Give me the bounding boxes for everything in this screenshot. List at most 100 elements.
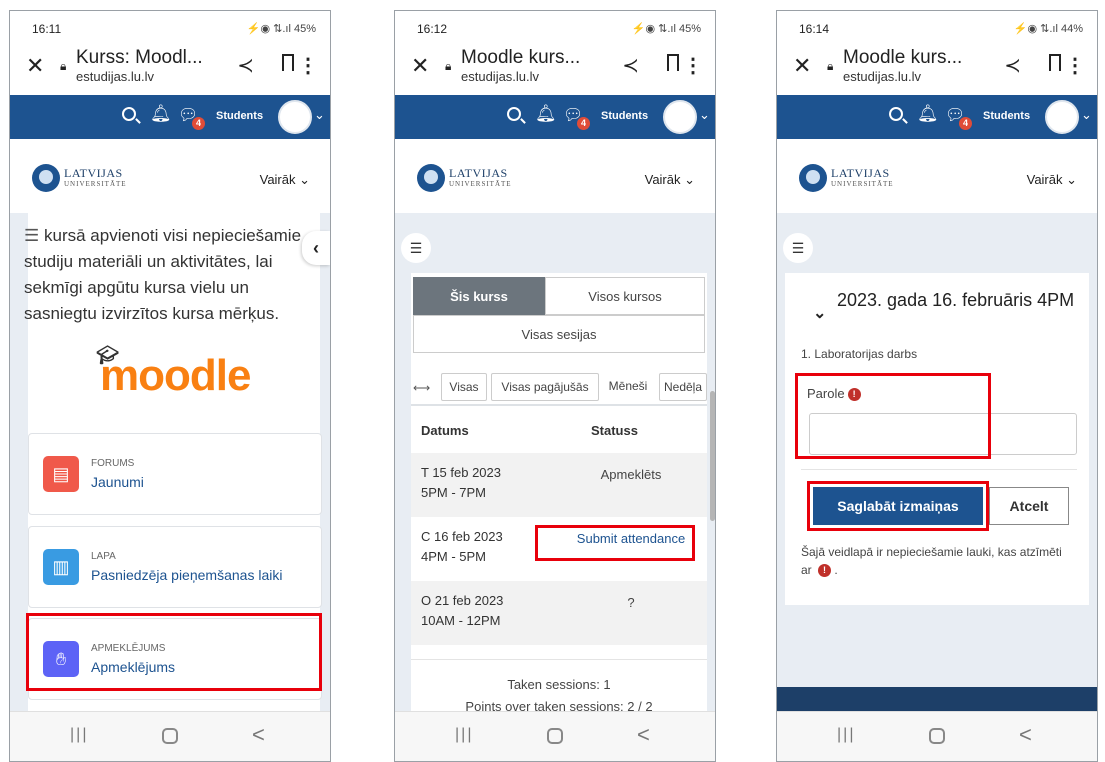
share-icon[interactable]: ≺ — [1004, 53, 1021, 78]
bookmark-icon[interactable] — [667, 54, 679, 77]
activity-forum[interactable]: ▤ FORUMS Jaunumi — [28, 433, 322, 515]
share-icon[interactable]: ≺ — [622, 53, 639, 78]
scrollbar[interactable] — [710, 391, 715, 521]
chevron-down-icon[interactable]: ⌄ — [314, 107, 325, 123]
android-nav-bar: ||| < — [777, 711, 1097, 761]
recent-apps-icon[interactable]: ||| — [837, 726, 855, 744]
more-menu-icon[interactable]: ⋮ — [298, 53, 318, 78]
user-role: Students — [601, 110, 649, 122]
back-icon[interactable]: < — [637, 722, 650, 748]
search-icon[interactable] — [122, 107, 136, 121]
more-menu-button[interactable]: Vairāk ⌄ — [645, 172, 695, 188]
share-icon[interactable]: ≺ — [237, 53, 254, 78]
tab-all-sessions[interactable]: Visas sesijas — [413, 315, 705, 353]
course-intro-text: kursā apvienoti visi nepieciešamie studi… — [24, 226, 302, 323]
recent-apps-icon[interactable]: ||| — [455, 726, 473, 744]
filter-row: ⟷ Visas Visas pagājušās Mēneši Nedēļa — [411, 370, 707, 406]
course-intro: ☰ kursā apvienoti visi nepieciešamie stud… — [24, 223, 324, 327]
user-role: Students — [983, 110, 1031, 122]
session-status: Apmeklēts — [600, 467, 662, 482]
divider — [411, 659, 707, 660]
session-date: O 21 feb 2023 — [421, 593, 504, 608]
session-status: ? — [627, 595, 635, 610]
activity-page[interactable]: ▥ LAPA Pasniedzēja pieņemšanas laiki — [28, 526, 322, 608]
home-icon[interactable] — [162, 728, 178, 744]
more-menu-button[interactable]: Vairāk ⌄ — [260, 172, 310, 188]
avatar[interactable] — [663, 100, 697, 134]
university-logo-icon[interactable] — [799, 164, 827, 192]
bell-icon[interactable]: 🔔︎ — [917, 104, 939, 124]
activity-link[interactable]: Pasniedzēja pieņemšanas laiki — [91, 567, 282, 583]
search-icon[interactable] — [507, 107, 521, 121]
cancel-button[interactable]: Atcelt — [989, 487, 1069, 525]
chevron-down-icon[interactable]: ⌄ — [813, 303, 826, 323]
tab-this-course[interactable]: Šis kurss — [413, 277, 545, 315]
university-logo-icon[interactable] — [417, 164, 445, 192]
back-icon[interactable]: < — [1019, 722, 1032, 748]
filter-all-past[interactable]: Visas pagājušās — [491, 373, 599, 401]
bookmark-icon[interactable] — [1049, 54, 1061, 77]
course-index-icon[interactable]: ☰ — [401, 233, 431, 263]
message-badge: 4 — [192, 117, 205, 130]
recent-apps-icon[interactable]: ||| — [70, 726, 88, 744]
close-icon[interactable]: ✕ — [793, 53, 811, 79]
taken-sessions: Taken sessions: 1 — [507, 677, 611, 692]
attendance-content: ☰ Šis kurss Visos kursos Visas sesijas ⟷… — [395, 213, 715, 723]
avatar[interactable] — [278, 100, 312, 134]
chevron-down-icon[interactable]: ⌄ — [699, 107, 710, 123]
moodle-logo-text: moodle — [100, 351, 251, 400]
bookmark-icon[interactable] — [282, 54, 294, 77]
lock-icon: 🔒︎ — [827, 59, 834, 73]
status-bar: 16:14 ⚡◉ ⇅.ıl 44% — [777, 11, 1097, 41]
back-icon[interactable]: < — [252, 722, 265, 748]
filter-all[interactable]: Visas — [441, 373, 487, 401]
status-time: 16:14 — [799, 22, 830, 36]
forum-icon: ▤ — [43, 456, 79, 492]
graduation-cap-icon: 🎓︎ — [96, 345, 119, 365]
more-menu-button[interactable]: Vairāk ⌄ — [1027, 172, 1077, 188]
home-icon[interactable] — [929, 728, 945, 744]
search-icon[interactable] — [889, 107, 903, 121]
home-icon[interactable] — [547, 728, 563, 744]
site-navbar: 🔔︎ 💬︎ 4 Students ⌄ — [395, 95, 715, 139]
status-bar: 16:12 ⚡◉ ⇅.ıl 45% — [395, 11, 715, 41]
tab-all-courses[interactable]: Visos kursos — [545, 277, 705, 315]
bell-icon[interactable]: 🔔︎ — [150, 104, 172, 124]
activity-type: LAPA — [91, 551, 116, 562]
browser-url-bar: ✕ 🔒︎ Kurss: Moodl... estudijas.lu.lv ≺ ⋮ — [10, 41, 330, 93]
bell-icon[interactable]: 🔔︎ — [535, 104, 557, 124]
university-logo-icon[interactable] — [32, 164, 60, 192]
filter-week[interactable]: Nedēļa — [659, 373, 707, 401]
activity-link[interactable]: Jaunumi — [91, 474, 144, 490]
highlight-box — [26, 613, 322, 691]
logo-title: LATVIJAS — [64, 166, 123, 180]
more-menu-icon[interactable]: ⋮ — [683, 53, 703, 78]
logo-subtitle: UNIVERSITĀTE — [831, 180, 894, 188]
chevron-down-icon[interactable]: ⌄ — [1081, 107, 1092, 123]
column-header-date: Datums — [421, 423, 469, 438]
page-title: Moodle kurs... — [843, 47, 963, 68]
filter-months[interactable]: Mēneši — [601, 373, 655, 401]
divider — [801, 469, 1077, 470]
status-icons: ⚡◉ ⇅.ıl 45% — [631, 23, 701, 35]
more-menu-icon[interactable]: ⋮ — [1065, 53, 1085, 78]
session-description: 1. Laboratorijas darbs — [801, 347, 918, 361]
close-icon[interactable]: ✕ — [26, 53, 44, 79]
drawer-toggle-button[interactable]: ‹ — [302, 231, 330, 265]
message-badge: 4 — [959, 117, 972, 130]
status-time: 16:12 — [417, 22, 448, 36]
course-index-icon[interactable]: ☰ — [24, 223, 39, 249]
close-icon[interactable]: ✕ — [411, 53, 429, 79]
highlight-box — [795, 373, 991, 459]
avatar[interactable] — [1045, 100, 1079, 134]
site-navbar: 🔔︎ 💬︎ 4 Students ⌄ — [777, 95, 1097, 139]
course-content: ☰ kursā apvienoti visi nepieciešamie stud… — [10, 213, 330, 723]
user-role: Students — [216, 110, 264, 122]
android-nav-bar: ||| < — [395, 711, 715, 761]
session-time: 10AM - 12PM — [421, 613, 501, 628]
table-row: O 21 feb 2023 10AM - 12PM ? — [411, 581, 707, 645]
brand-bar: LATVIJAS UNIVERSITĀTE Vairāk ⌄ — [395, 139, 715, 213]
required-note: Šajā veidlapā ir nepieciešamie lauki, ka… — [801, 543, 1071, 579]
course-index-icon[interactable]: ☰ — [783, 233, 813, 263]
activity-type: FORUMS — [91, 458, 135, 469]
